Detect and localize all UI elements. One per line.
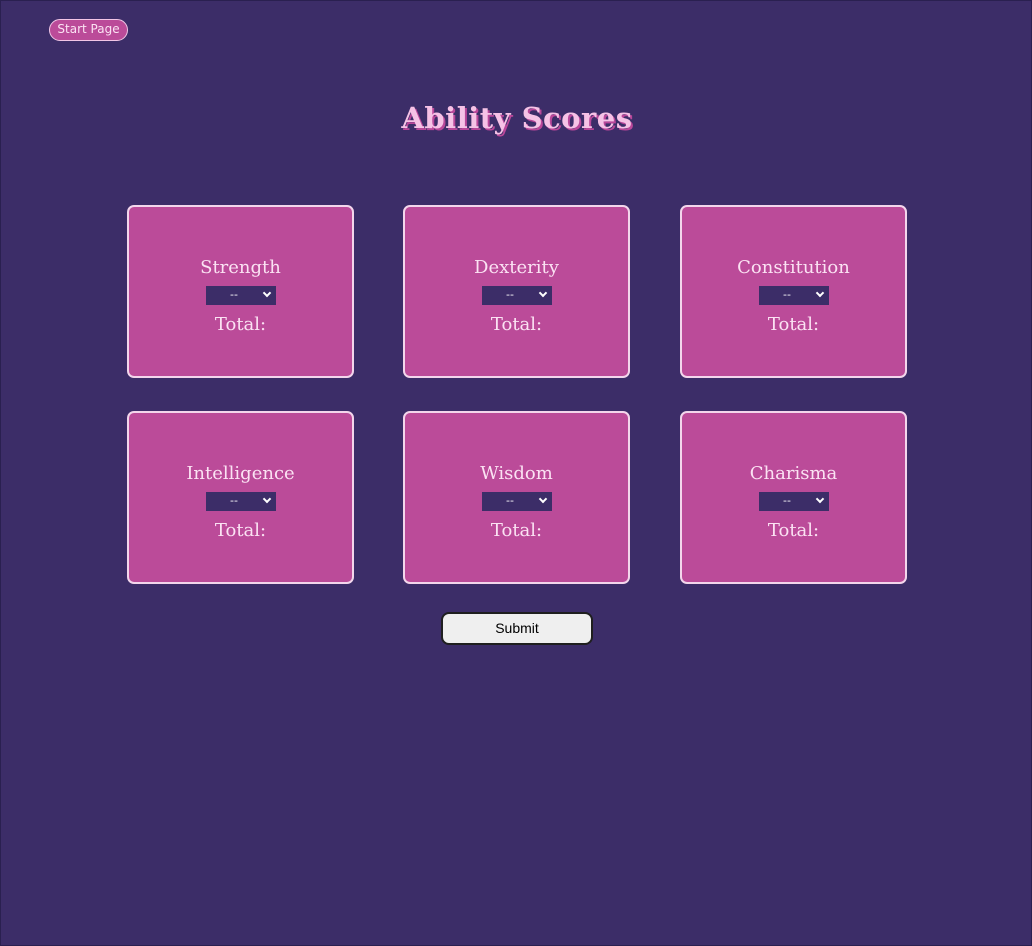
ability-label: Constitution xyxy=(737,257,850,278)
ability-card-strength: Strength -- Total: xyxy=(127,205,354,378)
ability-label: Wisdom xyxy=(480,463,553,484)
page-title: Ability Scores xyxy=(401,101,633,135)
ability-card-wisdom: Wisdom -- Total: xyxy=(403,411,630,584)
ability-total-label: Total: xyxy=(214,314,267,335)
select-value: -- xyxy=(230,494,238,507)
ability-score-select[interactable]: -- xyxy=(759,492,829,511)
ability-score-select[interactable]: -- xyxy=(206,286,276,305)
select-value: -- xyxy=(783,494,791,507)
select-value: -- xyxy=(506,288,514,301)
ability-label: Strength xyxy=(200,257,281,278)
ability-card-intelligence: Intelligence -- Total: xyxy=(127,411,354,584)
ability-card-constitution: Constitution -- Total: xyxy=(680,205,907,378)
ability-label: Dexterity xyxy=(474,257,559,278)
ability-total-label: Total: xyxy=(490,314,543,335)
select-value: -- xyxy=(506,494,514,507)
ability-card-charisma: Charisma -- Total: xyxy=(680,411,907,584)
ability-score-select[interactable]: -- xyxy=(206,492,276,511)
ability-score-select[interactable]: -- xyxy=(759,286,829,305)
ability-label: Charisma xyxy=(749,463,838,484)
start-page-button[interactable]: Start Page xyxy=(49,19,128,41)
chevron-down-icon xyxy=(538,288,548,298)
ability-score-select[interactable]: -- xyxy=(482,492,552,511)
ability-total-label: Total: xyxy=(767,520,820,541)
chevron-down-icon xyxy=(262,288,272,298)
chevron-down-icon xyxy=(538,494,548,504)
chevron-down-icon xyxy=(815,494,825,504)
select-value: -- xyxy=(783,288,791,301)
chevron-down-icon xyxy=(815,288,825,298)
ability-total-label: Total: xyxy=(214,520,267,541)
select-value: -- xyxy=(230,288,238,301)
ability-total-label: Total: xyxy=(767,314,820,335)
chevron-down-icon xyxy=(262,494,272,504)
ability-score-select[interactable]: -- xyxy=(482,286,552,305)
ability-label: Intelligence xyxy=(186,463,295,484)
ability-card-dexterity: Dexterity -- Total: xyxy=(403,205,630,378)
submit-button[interactable]: Submit xyxy=(441,612,593,645)
ability-total-label: Total: xyxy=(490,520,543,541)
